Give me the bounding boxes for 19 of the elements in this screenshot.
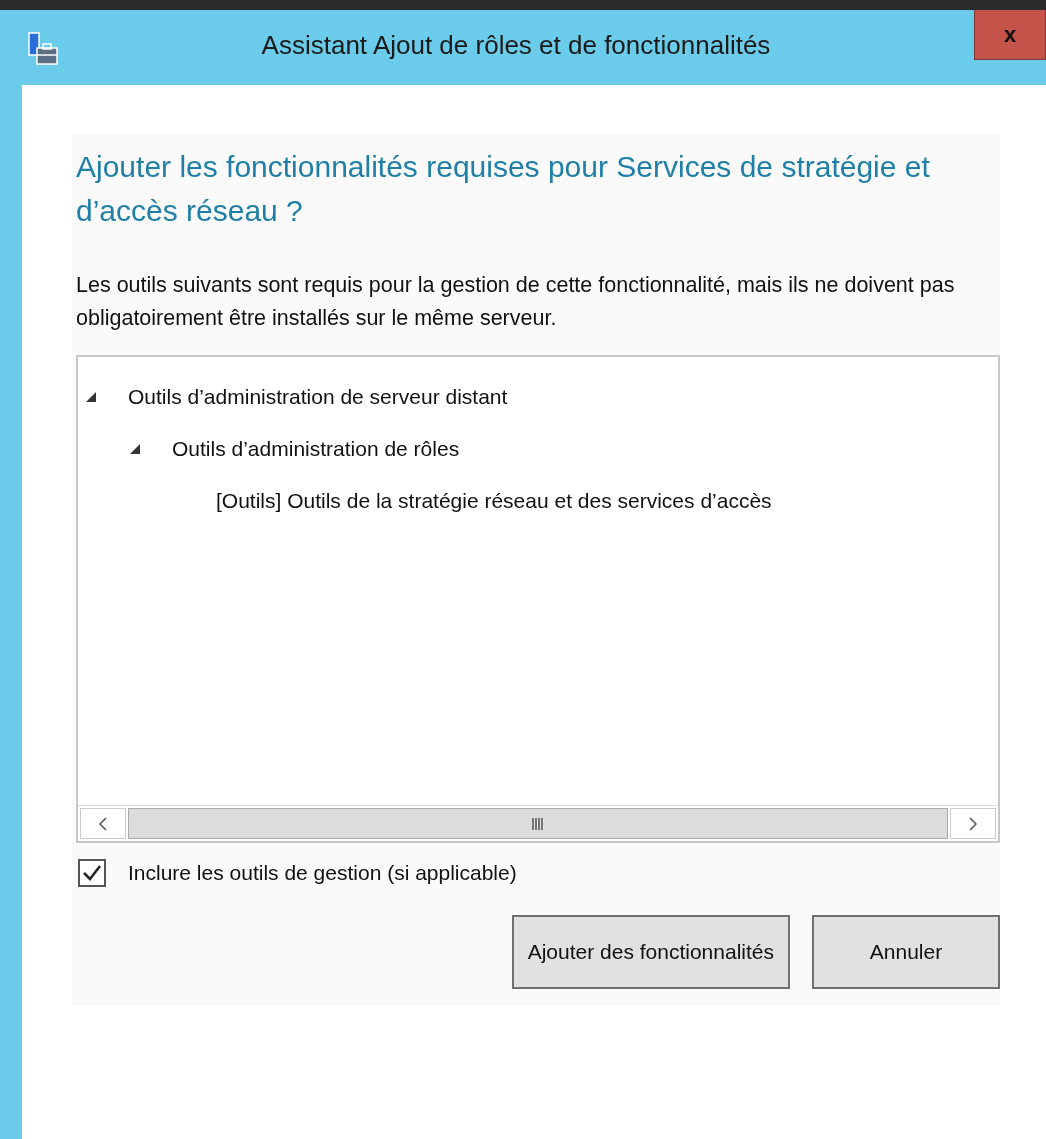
tree-item[interactable]: [Outils] Outils de la stratégie réseau et des services d’accès — [216, 489, 772, 513]
scroll-thumb[interactable] — [128, 808, 948, 839]
scroll-left-icon[interactable] — [80, 808, 126, 839]
horizontal-scrollbar[interactable] — [78, 805, 998, 841]
checkbox[interactable] — [78, 859, 106, 887]
scroll-right-icon[interactable] — [950, 808, 996, 839]
dialog-heading: Ajouter les fonctionnalités requises pour Services de stratégie et d’accès réseau ? — [76, 149, 931, 229]
server-toolbox-icon — [28, 32, 58, 66]
expanded-triangle-icon[interactable] — [84, 390, 98, 404]
cancel-button[interactable]: Annuler — [812, 915, 1000, 989]
add-features-button[interactable]: Ajouter des fonctionnalités — [511, 915, 790, 989]
window-title: Assistant Ajout de rôles et de fonctionnalités — [260, 30, 772, 61]
description-text: Les outils suivants sont requis pour la gestion de cette fonctionnalité, mais ils ne doivent pas obligatoirement être installés sur le même serveur. — [76, 272, 956, 332]
tree-item[interactable]: Outils d’administration de serveur distant — [128, 385, 508, 409]
checkbox-label[interactable]: Inclure les outils de gestion (si applicable) — [128, 861, 517, 885]
checkmark-icon — [82, 864, 102, 882]
expanded-triangle-icon[interactable] — [128, 442, 142, 456]
close-button[interactable]: x — [974, 10, 1046, 60]
tree-item[interactable]: Outils d’administration de rôles — [172, 437, 460, 461]
